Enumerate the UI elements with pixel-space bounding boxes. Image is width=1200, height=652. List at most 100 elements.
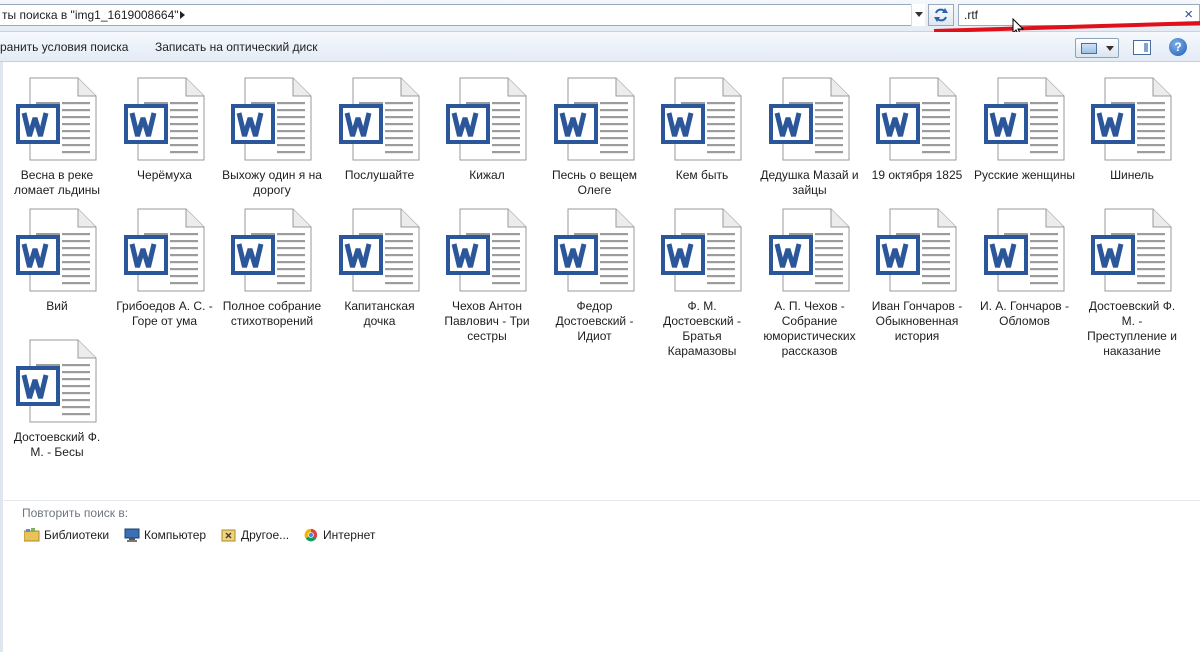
search-again-title: Повторить поиск в: <box>22 506 129 520</box>
file-name: Вий <box>46 299 68 313</box>
word-document-icon <box>553 208 634 292</box>
word-document-icon <box>231 208 312 292</box>
clear-search-icon[interactable]: × <box>1184 6 1193 23</box>
view-icon <box>1081 43 1097 54</box>
libraries-icon <box>24 528 40 542</box>
word-document-icon <box>123 208 204 292</box>
file-name: 19 октября 1825 <box>871 168 963 182</box>
file-item[interactable]: Русские женщины <box>972 70 1078 200</box>
file-item[interactable]: Вий <box>4 201 110 331</box>
word-document-icon <box>16 339 97 423</box>
word-document-icon <box>983 77 1064 161</box>
file-item[interactable]: Дедушка Мазай и зайцы <box>757 70 863 200</box>
search-again-libraries[interactable]: Библиотеки <box>24 528 109 542</box>
file-name: Черёмуха <box>137 168 192 182</box>
word-document-icon <box>338 77 419 161</box>
file-item[interactable]: Выхожу один я на дорогу <box>219 70 325 200</box>
burn-to-disc-button[interactable]: Записать на оптический диск <box>155 40 318 54</box>
file-name: Иван Гончаров - Обыкновенная история <box>871 299 963 343</box>
window-left-edge <box>0 62 3 652</box>
refresh-icon <box>934 8 948 22</box>
address-bar[interactable]: ты поиска в "img1_1619008664" <box>0 4 925 26</box>
file-item[interactable]: Песнь о вещем Олеге <box>542 70 648 200</box>
file-item[interactable]: Иван Гончаров - Обыкновенная история <box>864 201 970 343</box>
search-again-computer[interactable]: Компьютер <box>124 528 206 542</box>
word-document-icon <box>876 208 957 292</box>
word-document-icon <box>768 77 849 161</box>
search-input[interactable]: .rtf <box>964 8 978 22</box>
file-name: Послушайте <box>344 168 415 182</box>
file-item[interactable]: Достоевский Ф. М. - Бесы <box>4 332 110 462</box>
file-name: Песнь о вещем Олеге <box>551 168 638 197</box>
word-document-icon <box>16 77 97 161</box>
search-again-custom[interactable]: Другое... <box>221 528 289 542</box>
file-item[interactable]: Ф. М. Достоевский - Братья Карамазовы <box>649 201 755 358</box>
search-again-internet[interactable]: Интернет <box>303 528 375 542</box>
word-document-icon <box>553 77 634 161</box>
file-name: Шинель <box>1110 168 1154 182</box>
file-name: Федор Достоевский - Идиот <box>555 299 634 343</box>
file-name: Грибоедов А. С. - Горе от ума <box>116 299 213 328</box>
help-icon[interactable]: ? <box>1169 38 1187 56</box>
word-document-icon <box>1091 208 1172 292</box>
file-name: Весна в реке ломает льдины <box>13 168 101 197</box>
file-item[interactable]: 19 октября 1825 <box>864 70 970 200</box>
file-name: И. А. Гончаров - Обломов <box>980 299 1069 328</box>
file-item[interactable]: И. А. Гончаров - Обломов <box>972 201 1078 331</box>
file-name: Кем быть <box>675 168 729 182</box>
file-name: Полное собрание стихотворений <box>222 299 322 328</box>
word-document-icon <box>661 208 742 292</box>
file-item[interactable]: Кижал <box>434 70 540 200</box>
file-item[interactable]: Черёмуха <box>112 70 218 200</box>
save-search-button[interactable]: ранить условия поиска <box>0 40 128 54</box>
file-name: Русские женщины <box>974 168 1075 182</box>
address-path: ты поиска в "img1_1619008664" <box>2 8 179 22</box>
file-name: Достоевский Ф. М. - Преступление и наказ… <box>1087 299 1177 358</box>
file-name: А. П. Чехов - Собрание юмористических ра… <box>763 299 856 358</box>
preview-pane-button[interactable] <box>1133 40 1151 55</box>
file-name: Чехов Антон Павлович - Три сестры <box>444 299 530 343</box>
custom-folder-icon <box>221 529 236 542</box>
word-document-icon <box>231 77 312 161</box>
file-name: Достоевский Ф. М. - Бесы <box>13 430 101 459</box>
search-box[interactable]: .rtf × <box>958 4 1200 26</box>
word-document-icon <box>446 208 527 292</box>
chevron-down-icon[interactable] <box>1106 46 1114 51</box>
refresh-button[interactable] <box>928 4 954 26</box>
word-document-icon <box>16 208 97 292</box>
file-item[interactable]: Полное собрание стихотворений <box>219 201 325 331</box>
word-document-icon <box>768 208 849 292</box>
libraries-label: Библиотеки <box>44 528 110 542</box>
file-name: Капитанская дочка <box>344 299 415 328</box>
file-item[interactable]: Весна в реке ломает льдины <box>4 70 110 200</box>
custom-label: Другое... <box>241 528 290 542</box>
file-item[interactable]: Капитанская дочка <box>327 201 433 331</box>
file-item[interactable]: Чехов Антон Павлович - Три сестры <box>434 201 540 343</box>
computer-icon <box>124 528 140 542</box>
word-document-icon <box>338 208 419 292</box>
word-document-icon <box>876 77 957 161</box>
file-item[interactable]: Федор Достоевский - Идиот <box>542 201 648 343</box>
command-bar: ранить условия поиска Записать на оптиче… <box>0 32 1200 62</box>
file-item[interactable]: Шинель <box>1079 70 1185 200</box>
address-history-dropdown[interactable] <box>911 4 925 26</box>
internet-label: Интернет <box>323 528 376 542</box>
file-item[interactable]: Кем быть <box>649 70 755 200</box>
file-name: Ф. М. Достоевский - Братья Карамазовы <box>663 299 741 358</box>
file-item[interactable]: Грибоедов А. С. - Горе от ума <box>112 201 218 331</box>
chrome-icon <box>304 528 318 542</box>
word-document-icon <box>123 77 204 161</box>
word-document-icon <box>446 77 527 161</box>
change-view-button[interactable] <box>1075 38 1119 58</box>
file-item[interactable]: Достоевский Ф. М. - Преступление и наказ… <box>1079 201 1185 358</box>
file-name: Выхожу один я на дорогу <box>222 168 322 197</box>
file-name: Кижал <box>469 168 505 182</box>
file-item[interactable]: Послушайте <box>327 70 433 200</box>
word-document-icon <box>1091 77 1172 161</box>
breadcrumb-arrow-icon[interactable] <box>180 11 185 19</box>
file-name: Дедушка Мазай и зайцы <box>760 168 859 197</box>
file-item[interactable]: А. П. Чехов - Собрание юмористических ра… <box>757 201 863 358</box>
computer-label: Компьютер <box>144 528 207 542</box>
word-document-icon <box>983 208 1064 292</box>
word-document-icon <box>661 77 742 161</box>
